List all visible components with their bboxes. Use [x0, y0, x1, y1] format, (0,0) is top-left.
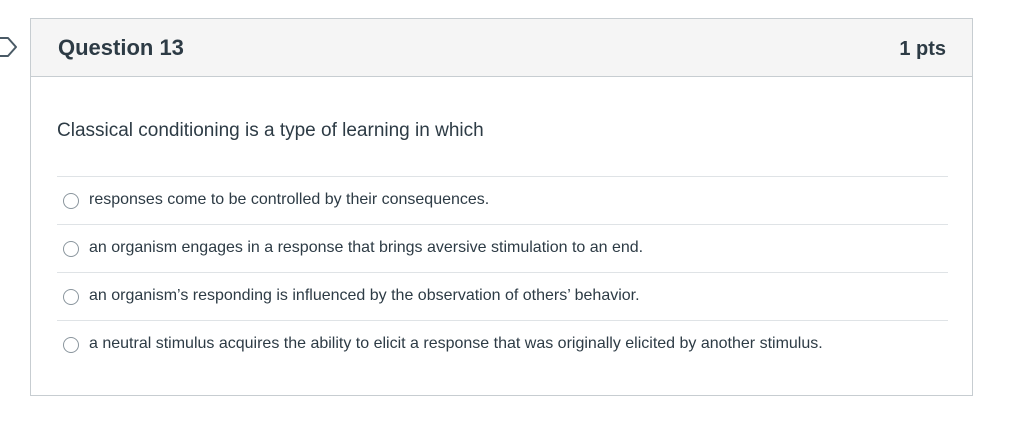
question-points: 1 pts: [899, 38, 946, 60]
answer-option[interactable]: an organism engages in a response that b…: [57, 224, 948, 272]
answer-label[interactable]: an organism engages in a response that b…: [89, 238, 643, 258]
question-header: Question 13 1 pts: [31, 19, 972, 77]
radio-button[interactable]: [63, 337, 79, 353]
answer-label[interactable]: responses come to be controlled by their…: [89, 190, 489, 210]
answer-option[interactable]: a neutral stimulus acquires the ability …: [57, 320, 948, 368]
radio-button[interactable]: [63, 289, 79, 305]
question-card: Question 13 1 pts Classical conditioning…: [30, 18, 973, 396]
question-title: Question 13: [58, 35, 184, 60]
flag-question-icon[interactable]: [0, 36, 18, 58]
answer-option[interactable]: responses come to be controlled by their…: [57, 176, 948, 224]
question-text: Classical conditioning is a type of lear…: [57, 120, 484, 141]
answer-list: responses come to be controlled by their…: [57, 176, 948, 368]
answer-option[interactable]: an organism’s responding is influenced b…: [57, 272, 948, 320]
answer-label[interactable]: a neutral stimulus acquires the ability …: [89, 334, 823, 354]
answer-label[interactable]: an organism’s responding is influenced b…: [89, 286, 640, 306]
radio-button[interactable]: [63, 241, 79, 257]
radio-button[interactable]: [63, 193, 79, 209]
